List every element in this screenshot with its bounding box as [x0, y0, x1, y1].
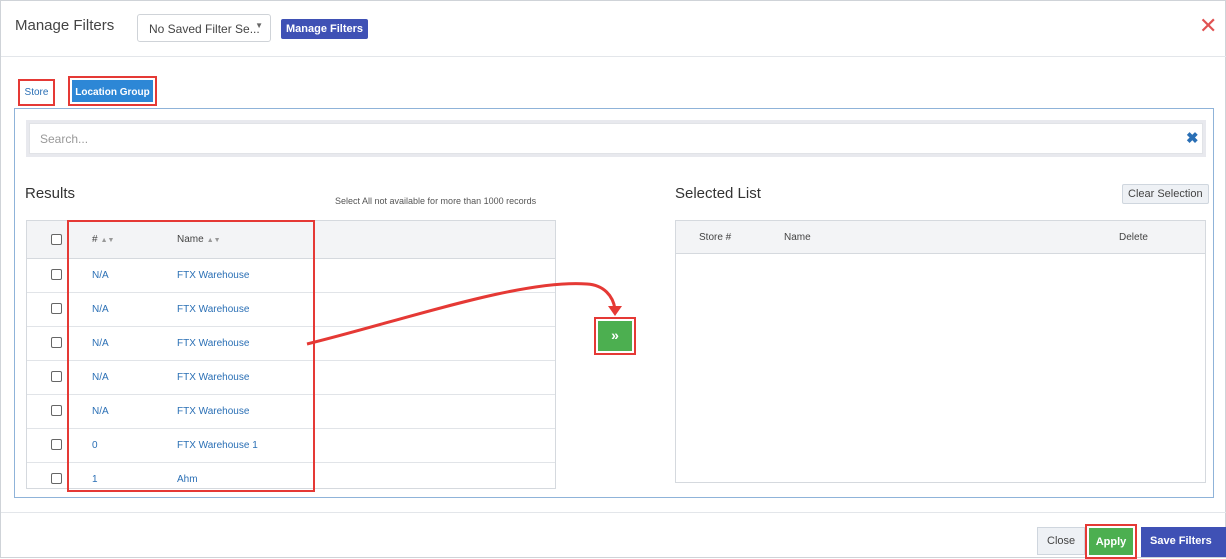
move-to-selected-button[interactable]: » — [594, 317, 636, 355]
column-header-name: Name — [784, 232, 811, 243]
apply-button[interactable]: Apply — [1085, 524, 1137, 559]
column-header-delete: Delete — [1119, 232, 1148, 243]
column-header-store: Store # — [699, 232, 732, 243]
double-chevron-right-icon: » — [598, 321, 632, 351]
selected-table: Store # Name Delete — [675, 220, 1206, 483]
clear-selection-button[interactable]: Clear Selection — [1122, 184, 1209, 204]
selected-table-header: Store # Name Delete — [676, 221, 1205, 254]
footer-divider — [1, 512, 1226, 513]
selected-list-title: Selected List — [675, 185, 761, 202]
apply-button-label: Apply — [1089, 528, 1133, 555]
manage-filters-modal: Manage Filters No Saved Filter Se... ▼ M… — [0, 0, 1226, 559]
save-filters-button[interactable]: Save Filters — [1141, 527, 1226, 557]
close-button[interactable]: Close — [1037, 527, 1086, 555]
